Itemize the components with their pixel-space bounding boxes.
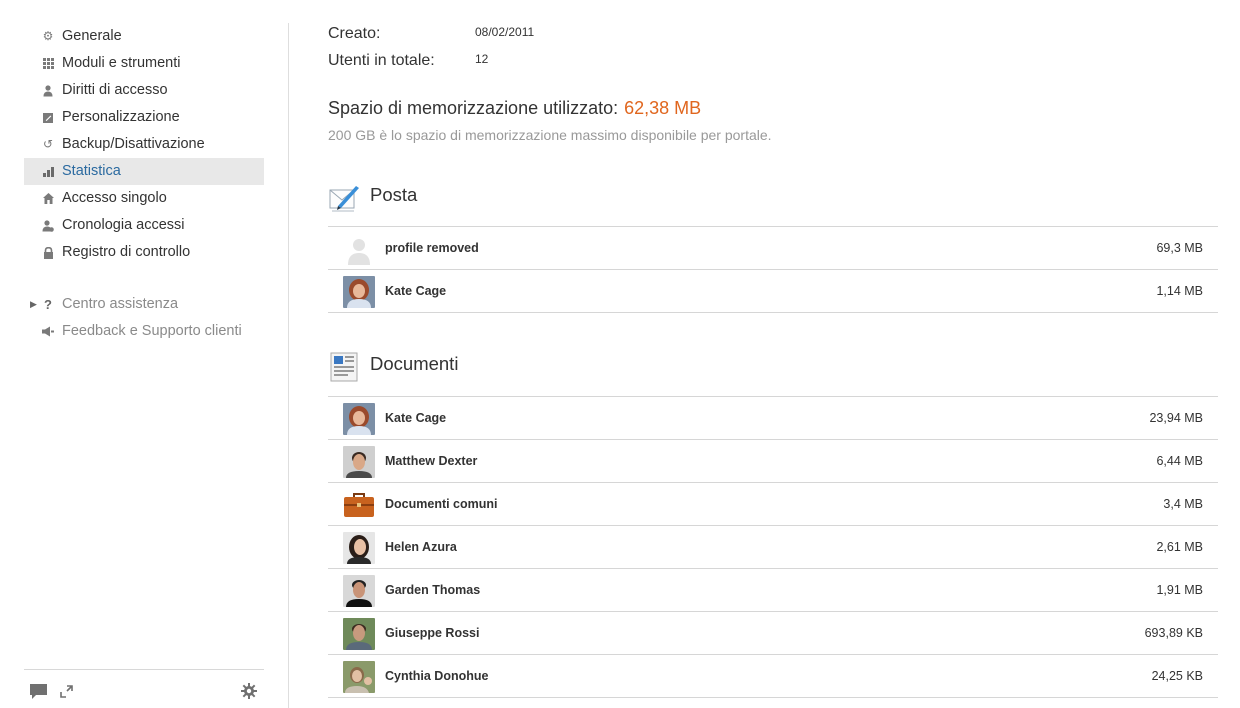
mail-section-title: Posta — [370, 184, 418, 205]
grid-icon — [41, 50, 55, 77]
documents-section-title: Documenti — [370, 353, 459, 374]
avatar — [343, 618, 375, 650]
storage-note: 200 GB è lo spazio di memorizzazione mas… — [328, 127, 772, 143]
row-name: Kate Cage — [385, 284, 447, 298]
row-name: Helen Azura — [385, 540, 457, 554]
gear-icon: ⚙ — [42, 29, 54, 43]
avatar — [343, 532, 375, 564]
nav-item-backup[interactable]: ↺ Backup/Disattivazione — [24, 131, 264, 158]
expand-icon[interactable] — [57, 682, 75, 700]
row-name: Documenti comuni — [385, 497, 498, 511]
nav-item-label: Personalizzazione — [62, 109, 180, 125]
table-row[interactable]: Helen Azura 2,61 MB — [328, 526, 1218, 569]
storage-label: Spazio di memorizzazione utilizzato: — [328, 98, 619, 118]
nav-item-diritti[interactable]: Diritti di accesso — [24, 77, 264, 104]
table-row[interactable]: Kate Cage 1,14 MB — [328, 270, 1218, 313]
nav-item-registro[interactable]: Registro di controllo — [24, 239, 264, 266]
row-size: 24,25 KB — [1151, 669, 1203, 683]
chat-icon[interactable] — [29, 682, 47, 700]
sidebar-footer — [24, 669, 264, 708]
nav-item-label: Cronologia accessi — [62, 217, 185, 233]
users-value: 12 — [475, 52, 489, 66]
nav-item-label: Registro di controllo — [62, 244, 191, 260]
mail-section-header: Posta — [328, 180, 1218, 220]
table-row[interactable]: Kate Cage 23,94 MB — [328, 397, 1218, 440]
storage-used-value: 62,38 MB — [624, 98, 702, 118]
nav-item-label: Diritti di accesso — [62, 82, 168, 98]
mail-icon — [328, 182, 360, 214]
nav-item-centro-assistenza[interactable]: ▶ ? Centro assistenza — [24, 291, 264, 318]
edit-icon — [41, 104, 55, 131]
row-name: Giuseppe Rossi — [385, 626, 480, 640]
megaphone-icon — [41, 318, 55, 345]
documents-icon — [328, 351, 360, 383]
briefcase-icon — [343, 489, 375, 521]
home-icon — [41, 185, 55, 212]
users-label: Utenti in totale: — [328, 52, 435, 69]
created-value: 08/02/2011 — [475, 25, 535, 39]
bar-chart-icon — [41, 158, 55, 185]
mail-list: profile removed 69,3 MB Kate Cage 1,14 M… — [328, 226, 1218, 313]
avatar — [343, 403, 375, 435]
settings-gear-icon[interactable] — [240, 682, 258, 700]
avatar — [343, 446, 375, 478]
table-row[interactable]: Giuseppe Rossi 693,89 KB — [328, 612, 1218, 655]
row-name: Garden Thomas — [385, 583, 481, 597]
documents-section-header: Documenti — [328, 349, 1218, 389]
row-size: 69,3 MB — [1156, 241, 1203, 255]
nav-item-feedback[interactable]: Feedback e Supporto clienti — [24, 318, 264, 345]
row-name: Matthew Dexter — [385, 454, 478, 468]
nav-item-cronologia[interactable]: Cronologia accessi — [24, 212, 264, 239]
sidebar: ⚙ Generale Moduli e strumenti Diritti di… — [24, 23, 264, 708]
vertical-divider — [288, 23, 289, 708]
question-icon: ? — [44, 297, 52, 312]
user-history-icon — [41, 212, 55, 239]
table-row[interactable]: Cynthia Donohue 24,25 KB — [328, 655, 1218, 698]
table-row[interactable]: Garden Thomas 1,91 MB — [328, 569, 1218, 612]
row-size: 1,14 MB — [1156, 284, 1203, 298]
row-size: 2,61 MB — [1156, 540, 1203, 554]
table-row[interactable]: Matthew Dexter 6,44 MB — [328, 440, 1218, 483]
created-row: Creato: 08/02/2011 — [328, 25, 534, 43]
nav-item-moduli[interactable]: Moduli e strumenti — [24, 50, 264, 77]
table-row[interactable]: Documenti comuni 3,4 MB — [328, 483, 1218, 526]
row-size: 6,44 MB — [1156, 454, 1203, 468]
created-label: Creato: — [328, 25, 381, 42]
table-row[interactable]: profile removed 69,3 MB — [328, 227, 1218, 270]
row-name: profile removed — [385, 241, 479, 255]
nav-item-statistica[interactable]: Statistica — [24, 158, 264, 185]
caret-right-icon[interactable]: ▶ — [30, 291, 37, 318]
settings-nav: ⚙ Generale Moduli e strumenti Diritti di… — [24, 23, 264, 345]
row-size: 23,94 MB — [1149, 411, 1203, 425]
row-name: Kate Cage — [385, 411, 447, 425]
nav-item-label: Generale — [62, 28, 122, 44]
lock-icon — [41, 239, 55, 266]
user-key-icon — [41, 77, 55, 104]
nav-item-label: Backup/Disattivazione — [62, 136, 205, 152]
restore-icon: ↺ — [42, 137, 54, 151]
users-row: Utenti in totale: 12 — [328, 52, 488, 70]
row-name: Cynthia Donohue — [385, 669, 489, 683]
storage-used: Spazio di memorizzazione utilizzato: 62,3… — [328, 98, 701, 119]
documents-list: Kate Cage 23,94 MB Matthew Dexter 6,44 M… — [328, 396, 1218, 698]
avatar — [343, 276, 375, 308]
nav-item-label: Centro assistenza — [62, 296, 179, 312]
nav-separator — [24, 266, 264, 291]
avatar — [343, 661, 375, 693]
avatar — [343, 575, 375, 607]
default-avatar-icon — [343, 233, 375, 265]
nav-item-label: Moduli e strumenti — [62, 55, 181, 71]
nav-item-label: Accesso singolo — [62, 190, 167, 206]
row-size: 3,4 MB — [1163, 497, 1203, 511]
row-size: 693,89 KB — [1144, 626, 1203, 640]
nav-item-generale[interactable]: ⚙ Generale — [24, 23, 264, 50]
nav-item-accesso-singolo[interactable]: Accesso singolo — [24, 185, 264, 212]
row-size: 1,91 MB — [1156, 583, 1203, 597]
nav-item-label: Statistica — [62, 163, 121, 179]
nav-item-personalizzazione[interactable]: Personalizzazione — [24, 104, 264, 131]
nav-item-label: Feedback e Supporto clienti — [62, 323, 242, 339]
